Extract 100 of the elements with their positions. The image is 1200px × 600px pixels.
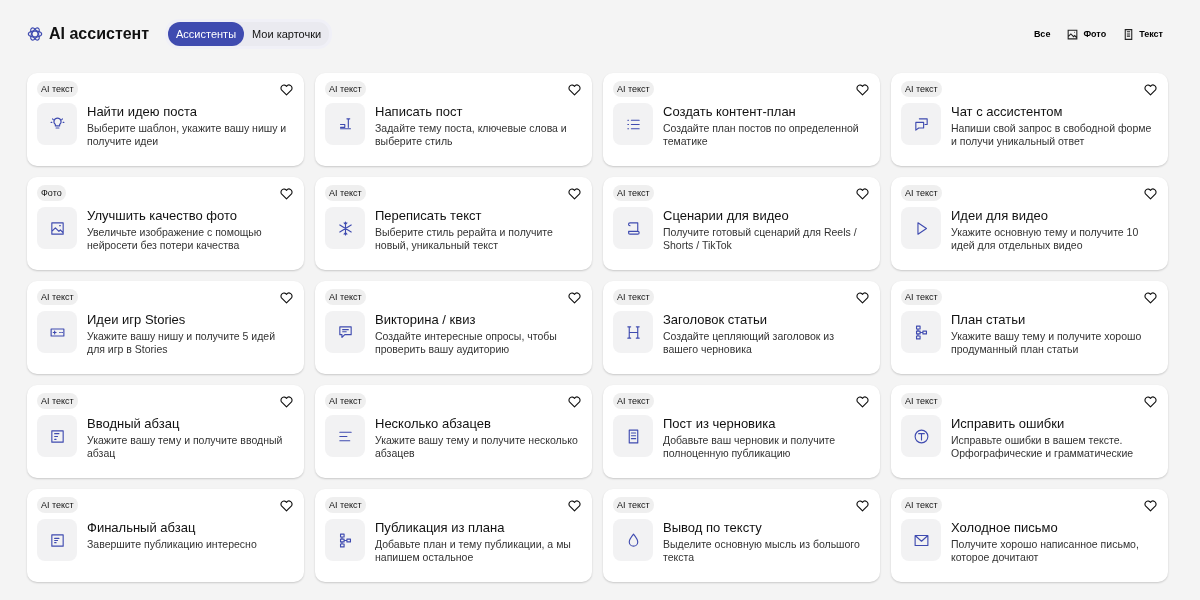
heart-icon[interactable] [1143, 185, 1158, 201]
assistant-card[interactable]: AI текст Найти идею поста Выберите шаблон, укажите вашу нишу и получите идеи [27, 73, 304, 166]
heart-icon[interactable] [1143, 81, 1158, 97]
card-title: Переписать текст [375, 208, 483, 223]
card-description: Добавьте ваш черновик и получите полноценную публикацию [663, 434, 837, 460]
assistant-card[interactable]: Фото Улучшить качество фото Увеличьте изображение с помощью нейросети без потери качества [27, 177, 304, 270]
tag-label: AI текст [901, 185, 942, 201]
heart-icon[interactable] [279, 81, 294, 97]
image-icon [1066, 27, 1080, 41]
card-title: Сценарии для видео [663, 208, 790, 223]
heart-icon[interactable] [855, 185, 870, 201]
card-description: Добавьте план и тему публикации, а мы напишем остальное [375, 538, 572, 564]
card-title: Заголовок статьи [663, 312, 768, 327]
tag-label: AI текст [901, 81, 942, 97]
assistant-card[interactable]: AI текст Идеи игр Stories Укажите вашу нишу и получите 5 идей для игр в Stories [27, 281, 304, 374]
card-description: Завершите публикацию интересно [87, 538, 257, 551]
knot-logo-icon [27, 26, 43, 42]
heart-icon[interactable] [1143, 393, 1158, 409]
card-title: Пост из черновика [663, 416, 777, 431]
heart-icon[interactable] [855, 393, 870, 409]
chat-bubbles-icon [912, 115, 930, 133]
card-title: Найти идею поста [87, 104, 198, 119]
app-title: AI ассистент [49, 25, 150, 43]
card-description: Создайте цепляющий заголовок из вашего черновика [663, 330, 835, 356]
card-title: Чат с ассистентом [951, 104, 1064, 119]
assistant-card[interactable]: AI текст Вводный абзац Укажите вашу тему и получите вводный абзац [27, 385, 304, 478]
filter-button[interactable]: Фото [1061, 23, 1112, 45]
assistant-card[interactable]: AI текст Холодное письмо Получите хорошо написанное письмо, которое дочитают [891, 489, 1168, 582]
tag-label: AI текст [37, 393, 78, 409]
assistant-card[interactable]: AI текст Вывод по тексту Выделите основную мысль из большого текста [603, 489, 880, 582]
tag-label: AI текст [613, 81, 654, 97]
assistant-card[interactable]: AI текст План статьи Укажите вашу тему и получите хорошо продуманный план статьи [891, 281, 1168, 374]
card-title: Викторина / квиз [375, 312, 477, 327]
assistant-card[interactable]: AI текст Несколько абзацев Укажите вашу тему и получите несколько абзацев [315, 385, 592, 478]
filter-button[interactable]: Текст [1117, 23, 1168, 45]
tag-label: AI текст [613, 497, 654, 513]
heart-icon[interactable] [567, 497, 582, 513]
card-description: Исправьте ошибки в вашем тексте. Орфографические и грамматические [951, 434, 1135, 460]
heart-icon[interactable] [279, 497, 294, 513]
assistant-card[interactable]: AI текст Пост из черновика Добавьте ваш черновик и получите полноценную публикацию [603, 385, 880, 478]
card-title: Холодное письмо [951, 520, 1059, 535]
heart-icon[interactable] [855, 497, 870, 513]
heart-icon[interactable] [279, 289, 294, 305]
card-description: Выберите шаблон, укажите вашу нишу и получите идеи [87, 122, 288, 148]
card-description: Укажите вашу тему и получите вводный абзац [87, 434, 284, 460]
card-title: Вывод по тексту [663, 520, 763, 535]
tag-label: AI текст [325, 497, 366, 513]
tag-label: AI текст [325, 185, 366, 201]
card-description: Укажите вашу нишу и получите 5 идей для игр в Stories [87, 330, 277, 356]
tag-label: AI текст [901, 497, 942, 513]
card-description: Получите готовый сценарий для Reels / Shorts / TikTok [663, 226, 858, 252]
card-description: Укажите основную тему и получите 10 идей для отдельных видео [951, 226, 1140, 252]
heart-icon[interactable] [567, 393, 582, 409]
tag-label: Фото [37, 185, 66, 201]
tag-label: AI текст [325, 393, 366, 409]
tag-label: AI текст [613, 289, 654, 305]
heart-icon[interactable] [1143, 497, 1158, 513]
card-description: Задайте тему поста, ключевые слова и выберите стиль [375, 122, 568, 148]
assistant-card[interactable]: AI текст Сценарии для видео Получите готовый сценарий для Reels / Shorts / TikTok [603, 177, 880, 270]
tab[interactable]: Ассистенты [168, 22, 245, 46]
card-description: Получите хорошо написанное письмо, которое дочитают [951, 538, 1140, 564]
card-title: План статьи [951, 312, 1027, 327]
card-title: Улучшить качество фото [87, 208, 238, 223]
card-title: Несколько абзацев [375, 416, 492, 431]
tag-label: AI текст [37, 289, 78, 305]
card-title: Публикация из плана [375, 520, 506, 535]
assistant-card[interactable]: AI текст Публикация из плана Добавьте план и тему публикации, а мы напишем остальное [315, 489, 592, 582]
filter-button[interactable]: Все [1028, 23, 1056, 45]
card-title: Вводный абзац [87, 416, 181, 431]
tag-label: AI текст [325, 289, 366, 305]
heart-icon[interactable] [279, 185, 294, 201]
tab[interactable]: Мои карточки [244, 22, 330, 46]
heart-icon[interactable] [855, 81, 870, 97]
heart-icon[interactable] [855, 289, 870, 305]
tag-label: AI текст [325, 81, 366, 97]
heart-icon[interactable] [567, 185, 582, 201]
image-icon [48, 219, 66, 237]
heart-icon[interactable] [1143, 289, 1158, 305]
assistant-card[interactable]: AI текст Финальный абзац Завершите публикацию интересно [27, 489, 304, 582]
assistant-card[interactable]: AI текст Исправить ошибки Исправьте ошибки в вашем тексте. Орфографические и грамматические [891, 385, 1168, 478]
card-description: Создайте план постов по определенной тематике [663, 122, 860, 148]
heart-icon[interactable] [567, 81, 582, 97]
tag-label: AI текст [613, 185, 654, 201]
heart-icon[interactable] [567, 289, 582, 305]
assistant-card[interactable]: AI текст Чат с ассистентом Напиши свой запрос в свободной форме и получи уникальный ответ [891, 73, 1168, 166]
assistant-card[interactable]: AI текст Создать контент-план Создайте план постов по определенной тематике [603, 73, 880, 166]
tag-label: AI текст [901, 393, 942, 409]
card-description: Укажите вашу тему и получите хорошо продуманный план статьи [951, 330, 1143, 356]
card-description: Выделите основную мысль из большого текста [663, 538, 861, 564]
document-icon [48, 531, 66, 549]
assistant-card[interactable]: AI текст Викторина / квиз Создайте интересные опросы, чтобы проверить вашу аудиторию [315, 281, 592, 374]
assistant-card[interactable]: AI текст Идеи для видео Укажите основную тему и получите 10 идей для отдельных видео [891, 177, 1168, 270]
card-title: Финальный абзац [87, 520, 197, 535]
assistant-card[interactable]: AI текст Написать пост Задайте тему поста, ключевые слова и выберите стиль [315, 73, 592, 166]
assistant-card[interactable]: AI текст Заголовок статьи Создайте цепляющий заголовок из вашего черновика [603, 281, 880, 374]
card-title: Создать контент-план [663, 104, 797, 119]
tag-label: AI текст [37, 497, 78, 513]
document-icon [48, 427, 66, 445]
assistant-card[interactable]: AI текст Переписать текст Выберите стиль рерайта и получите новый, уникальный текст [315, 177, 592, 270]
heart-icon[interactable] [279, 393, 294, 409]
